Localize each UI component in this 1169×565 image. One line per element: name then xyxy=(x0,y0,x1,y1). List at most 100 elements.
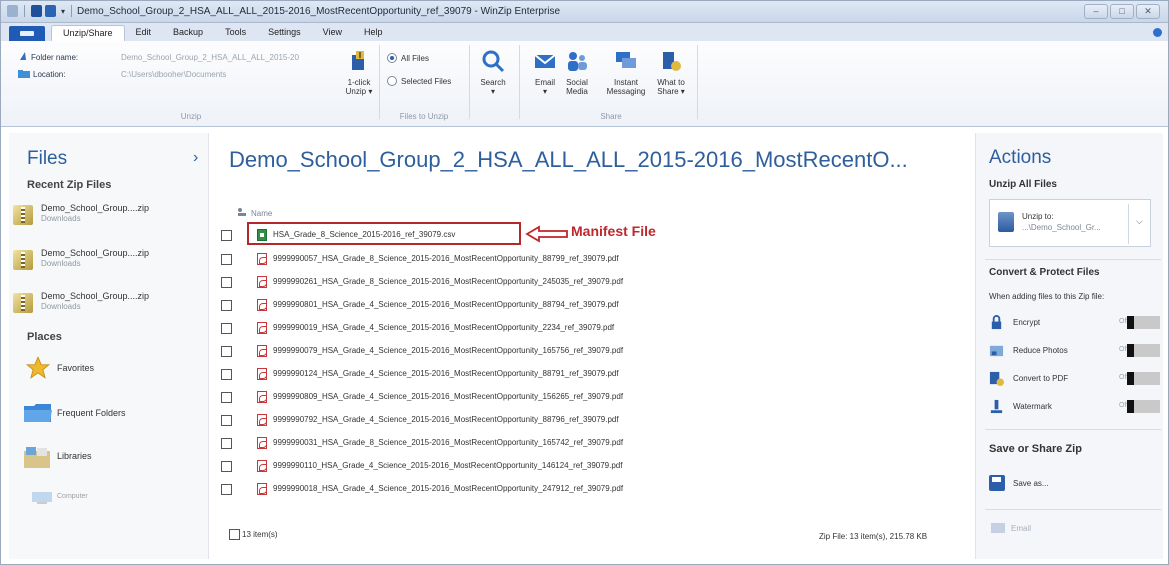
save-as-button[interactable]: Save as... xyxy=(989,469,1159,501)
file-name: 9999990057_HSA_Grade_8_Science_2015-2016… xyxy=(273,254,619,263)
convert-protect-heading: Convert & Protect Files xyxy=(989,267,1100,278)
unzip-to-label: Unzip to: xyxy=(1022,212,1054,221)
one-click-unzip-button[interactable]: 1-click Unzip ▾ xyxy=(339,49,379,96)
files-to-unzip-label: Files to Unzip xyxy=(399,112,449,121)
file-row[interactable]: 9999990261_HSA_Grade_8_Science_2015-2016… xyxy=(221,273,961,293)
row-checkbox[interactable] xyxy=(221,415,232,426)
convert-to-pdf-toggle[interactable] xyxy=(1127,372,1160,385)
recent-zip-name: Demo_School_Group....zip xyxy=(41,248,150,258)
ribbon: Folder name: Demo_School_Group_2_HSA_ALL… xyxy=(1,41,1168,127)
zip-file-status: Zip File: 13 item(s), 215.78 KB xyxy=(819,532,928,541)
encrypt-toggle[interactable] xyxy=(1127,316,1160,329)
row-checkbox[interactable] xyxy=(221,369,232,380)
file-menu-button[interactable] xyxy=(9,26,45,41)
watermark-option[interactable]: Watermark Off xyxy=(989,397,1161,417)
app-icon[interactable] xyxy=(7,5,18,17)
maximize-button[interactable]: □ xyxy=(1110,4,1134,19)
row-checkbox[interactable] xyxy=(221,254,232,265)
quick-access-toolbar: ▾ xyxy=(7,5,75,17)
email-button-disabled[interactable]: Email xyxy=(991,523,1031,533)
sort-icon[interactable] xyxy=(237,207,247,217)
files-pane-expand-icon[interactable]: › xyxy=(193,149,198,167)
selected-files-radio[interactable]: Selected Files xyxy=(387,76,451,86)
file-row[interactable]: 9999990079_HSA_Grade_4_Science_2015-2016… xyxy=(221,342,961,362)
place-label: Frequent Folders xyxy=(57,408,126,418)
tab-edit[interactable]: Edit xyxy=(125,25,163,41)
place-favorites[interactable]: Favorites xyxy=(13,351,198,385)
tab-view[interactable]: View xyxy=(312,25,353,41)
place-libraries[interactable]: Libraries xyxy=(13,439,198,473)
option-label: Convert to PDF xyxy=(1013,374,1069,383)
instant-messaging-button[interactable]: Instant Messaging xyxy=(603,49,649,96)
all-files-radio[interactable]: All Files xyxy=(387,53,429,63)
pdf-file-icon xyxy=(257,345,267,357)
row-checkbox[interactable] xyxy=(221,346,232,357)
divider xyxy=(469,45,470,119)
help-icon[interactable] xyxy=(1153,28,1162,37)
file-row[interactable]: 9999990801_HSA_Grade_4_Science_2015-2016… xyxy=(221,296,961,316)
file-row[interactable]: 9999990809_HSA_Grade_4_Science_2015-2016… xyxy=(221,388,961,408)
recent-zip-item[interactable]: Demo_School_Group....zip Downloads xyxy=(13,246,193,276)
row-checkbox[interactable] xyxy=(221,300,232,311)
chevron-down-icon[interactable]: ⌵ xyxy=(1136,216,1143,227)
file-name: 9999990792_HSA_Grade_4_Science_2015-2016… xyxy=(273,415,619,424)
encrypt-option[interactable]: Encrypt Off xyxy=(989,313,1161,333)
new-zip-icon[interactable] xyxy=(31,5,42,17)
place-computer[interactable]: Computer xyxy=(13,481,198,515)
row-checkbox[interactable] xyxy=(221,392,232,403)
place-frequent-folders[interactable]: Frequent Folders xyxy=(13,396,198,430)
tab-unzip-share[interactable]: Unzip/Share xyxy=(51,25,125,41)
file-row[interactable]: 9999990018_HSA_Grade_4_Science_2015-2016… xyxy=(221,480,961,500)
row-checkbox[interactable] xyxy=(221,277,232,288)
location-field[interactable]: C:\Users\dbooher\Documents xyxy=(121,70,226,79)
unzip-to-button[interactable]: Unzip to: ...\Demo_School_Gr... ⌵ xyxy=(989,199,1151,247)
file-row[interactable]: 9999990124_HSA_Grade_4_Science_2015-2016… xyxy=(221,365,961,385)
pdf-file-icon xyxy=(257,460,267,472)
file-name: 9999990801_HSA_Grade_4_Science_2015-2016… xyxy=(273,300,619,309)
file-name: 9999990110_HSA_Grade_4_Science_2015-2016… xyxy=(273,461,623,470)
places-heading: Places xyxy=(27,331,62,343)
select-all-status[interactable]: 13 item(s) xyxy=(229,529,278,540)
location-icon xyxy=(18,70,30,78)
recent-zip-item[interactable]: Demo_School_Group....zip Downloads xyxy=(13,289,193,319)
watermark-toggle[interactable] xyxy=(1127,400,1160,413)
divider xyxy=(519,45,520,119)
folder-name-field[interactable]: Demo_School_Group_2_HSA_ALL_ALL_2015-20 xyxy=(121,53,299,62)
tab-backup[interactable]: Backup xyxy=(162,25,214,41)
close-button[interactable]: ✕ xyxy=(1136,4,1160,19)
what-to-share-button[interactable]: What to Share ▾ xyxy=(651,49,691,96)
search-label: Search xyxy=(480,78,506,87)
file-row[interactable]: 9999990019_HSA_Grade_4_Science_2015-2016… xyxy=(221,319,961,339)
customize-arrow-icon[interactable]: ▾ xyxy=(61,7,65,16)
row-checkbox[interactable] xyxy=(221,323,232,334)
row-checkbox[interactable] xyxy=(221,461,232,472)
file-row[interactable]: 9999990031_HSA_Grade_8_Science_2015-2016… xyxy=(221,434,961,454)
files-pane-title: Files xyxy=(27,148,68,169)
row-checkbox[interactable] xyxy=(221,484,232,495)
reduce-photos-option[interactable]: Reduce Photos Off xyxy=(989,341,1161,361)
recent-zip-item[interactable]: Demo_School_Group....zip Downloads xyxy=(13,201,193,231)
social-media-button[interactable]: Social Media xyxy=(557,49,597,96)
minimize-button[interactable]: – xyxy=(1084,4,1108,19)
select-all-checkbox[interactable] xyxy=(229,529,240,540)
file-name: 9999990079_HSA_Grade_4_Science_2015-2016… xyxy=(273,346,624,355)
row-checkbox[interactable] xyxy=(221,230,232,241)
lock-icon xyxy=(991,315,1002,330)
name-column-header[interactable]: Name xyxy=(251,209,272,218)
tab-help[interactable]: Help xyxy=(353,25,394,41)
save-icon[interactable] xyxy=(45,5,56,17)
tab-tools[interactable]: Tools xyxy=(214,25,257,41)
file-row[interactable]: 9999990057_HSA_Grade_8_Science_2015-2016… xyxy=(221,250,961,270)
row-checkbox[interactable] xyxy=(221,438,232,449)
save-share-heading: Save or Share Zip xyxy=(989,443,1082,455)
reduce-photos-toggle[interactable] xyxy=(1127,344,1160,357)
file-row[interactable]: 9999990792_HSA_Grade_4_Science_2015-2016… xyxy=(221,411,961,431)
instant-line2: Messaging xyxy=(606,87,646,96)
place-label: Computer xyxy=(57,493,88,500)
search-button[interactable]: Search ▾ xyxy=(473,49,513,96)
zip-file-icon xyxy=(13,293,33,313)
convert-to-pdf-option[interactable]: Convert to PDF Off xyxy=(989,369,1161,389)
tab-settings[interactable]: Settings xyxy=(257,25,312,41)
file-row[interactable]: 9999990110_HSA_Grade_4_Science_2015-2016… xyxy=(221,457,961,477)
unzip-group-label: Unzip xyxy=(180,112,202,121)
